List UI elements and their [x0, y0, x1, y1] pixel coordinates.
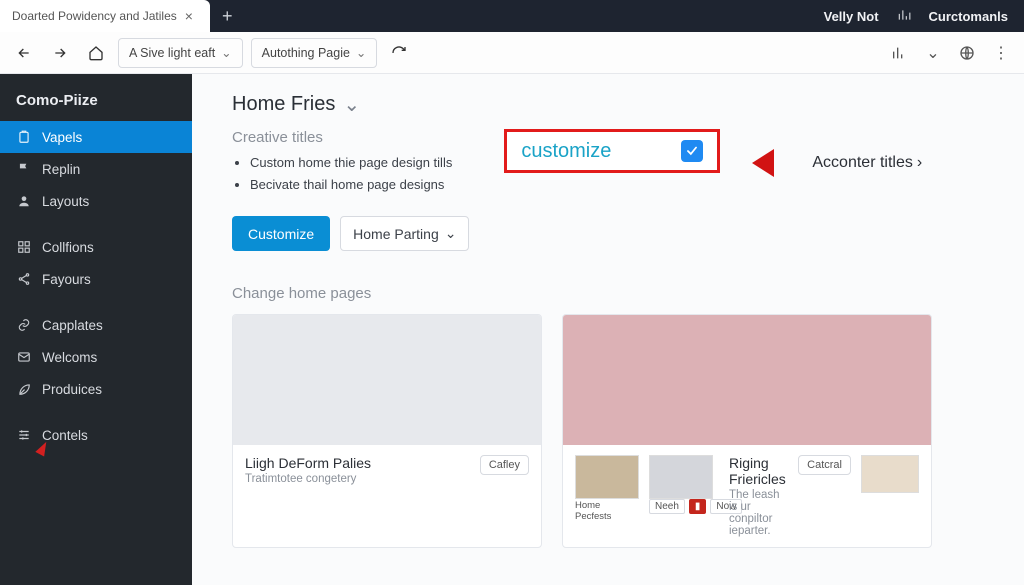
sidebar-item-label: Replin — [42, 162, 80, 177]
chevron-down-icon: ⌄ — [356, 45, 366, 60]
section-label: Change home pages — [232, 285, 998, 302]
sidebar-item-label: Vapels — [42, 130, 82, 145]
back-button[interactable] — [10, 39, 38, 67]
toolbar: A Sive light eaft ⌄ Autothing Pagie ⌄ ⌄ … — [0, 32, 1024, 74]
creative-bullet: Custom home thie page design tills — [250, 152, 452, 174]
link-icon — [16, 317, 32, 333]
card-title: Riging Friericles — [729, 455, 788, 487]
browser-tab[interactable]: Doarted Powidency and Jatiles × — [0, 0, 210, 32]
globe-icon[interactable] — [954, 40, 980, 66]
mini-caption: Home Pecfests — [575, 501, 639, 522]
customize-button[interactable]: Customize — [232, 216, 330, 251]
top-right-controls: Velly Not Curctomanls — [824, 8, 1024, 25]
card-subtitle: The leash is ur conpiltor ieparter. — [729, 489, 788, 537]
sidebar-title: Como-Piize — [0, 84, 192, 121]
page-dropdown-label: Autothing Pagie — [262, 46, 350, 60]
sidebar-item-layouts[interactable]: Layouts — [0, 185, 192, 217]
sidebar-item-label: Fayours — [42, 272, 91, 287]
sliders-icon — [16, 427, 32, 443]
theme-dropdown[interactable]: A Sive light eaft ⌄ — [118, 38, 243, 68]
sidebar-item-collfions[interactable]: Collfions — [0, 231, 192, 263]
person-icon — [16, 193, 32, 209]
grid-icon — [16, 239, 32, 255]
sidebar: Como-Piize Vapels Replin Layouts Collfio… — [0, 74, 192, 585]
analytics-icon[interactable] — [886, 40, 912, 66]
browser-tab-bar: Doarted Powidency and Jatiles × + Velly … — [0, 0, 1024, 32]
acconter-label: Acconter titles — [812, 154, 912, 172]
chevron-right-icon: › — [917, 154, 922, 172]
sidebar-item-label: Produices — [42, 382, 102, 397]
sidebar-item-vapels[interactable]: Vapels — [0, 121, 192, 153]
main-content: Home Fries ⌄ Creative titles Custom home… — [192, 74, 1024, 585]
home-parting-label: Home Parting — [353, 226, 439, 242]
creative-bullet: Becivate thail home page designs — [250, 174, 452, 196]
sidebar-item-contels[interactable]: Contels — [0, 419, 192, 451]
mini-thumbnail — [861, 455, 919, 493]
tag-icon: ▮ — [689, 499, 707, 514]
tab-title: Doarted Powidency and Jatiles — [12, 9, 177, 23]
mini-thumbnail — [649, 455, 713, 499]
page-dropdown[interactable]: Autothing Pagie ⌄ — [251, 38, 378, 68]
card-chip[interactable]: Cafley — [480, 455, 529, 475]
sidebar-item-replin[interactable]: Replin — [0, 153, 192, 185]
chevron-down-icon[interactable]: ⌄ — [920, 40, 946, 66]
customize-highlight-box: customize — [504, 129, 720, 173]
page-title-text: Home Fries — [232, 93, 335, 116]
template-thumbnail — [563, 315, 931, 445]
sidebar-item-label: Welcoms — [42, 350, 97, 365]
card-title: Liigh DeForm Palies — [245, 455, 470, 471]
chevron-down-icon: ⌄ — [221, 45, 231, 60]
sidebar-item-produices[interactable]: Produices — [0, 373, 192, 405]
red-arrow-indicator — [752, 149, 774, 177]
mini-thumbnail — [575, 455, 639, 499]
customize-checkbox[interactable] — [681, 140, 703, 162]
bars-icon[interactable] — [897, 8, 911, 25]
sidebar-item-welcoms[interactable]: Welcoms — [0, 341, 192, 373]
user-label[interactable]: Velly Not — [824, 9, 879, 24]
chevron-down-icon: ⌄ — [445, 225, 457, 242]
new-tab-button[interactable]: + — [210, 6, 245, 27]
creative-titles-block: Creative titles Custom home thie page de… — [232, 129, 452, 196]
template-card[interactable]: Home Pecfests Neeh ▮ Now — [562, 314, 932, 548]
more-icon[interactable]: ⋮ — [988, 40, 1014, 66]
close-icon[interactable]: × — [185, 8, 193, 24]
share-icon — [16, 271, 32, 287]
account-label[interactable]: Curctomanls — [929, 9, 1008, 24]
forward-button[interactable] — [46, 39, 74, 67]
creative-heading: Creative titles — [232, 129, 452, 146]
theme-dropdown-label: A Sive light eaft — [129, 46, 215, 60]
acconter-titles-link[interactable]: Acconter titles › — [812, 154, 922, 172]
chevron-down-icon: ⌄ — [343, 92, 360, 117]
template-card[interactable]: Liigh DeForm Palies Tratimtotee congeter… — [232, 314, 542, 548]
tag[interactable]: Neeh — [649, 499, 685, 514]
home-parting-dropdown[interactable]: Home Parting ⌄ — [340, 216, 469, 251]
sidebar-item-capplates[interactable]: Capplates — [0, 309, 192, 341]
sidebar-item-label: Collfions — [42, 240, 94, 255]
mail-icon — [16, 349, 32, 365]
customize-label: customize — [521, 140, 611, 163]
card-subtitle: Tratimtotee congetery — [245, 473, 470, 485]
sidebar-item-label: Capplates — [42, 318, 103, 333]
refresh-icon[interactable] — [385, 39, 413, 67]
page-title[interactable]: Home Fries ⌄ — [232, 92, 998, 117]
sidebar-item-label: Layouts — [42, 194, 89, 209]
sidebar-item-fayours[interactable]: Fayours — [0, 263, 192, 295]
sidebar-item-label: Contels — [42, 428, 88, 443]
home-button[interactable] — [82, 39, 110, 67]
clipboard-icon — [16, 129, 32, 145]
card-chip[interactable]: Catcral — [798, 455, 851, 475]
flag-icon — [16, 161, 32, 177]
leaf-icon — [16, 381, 32, 397]
template-thumbnail — [233, 315, 541, 445]
